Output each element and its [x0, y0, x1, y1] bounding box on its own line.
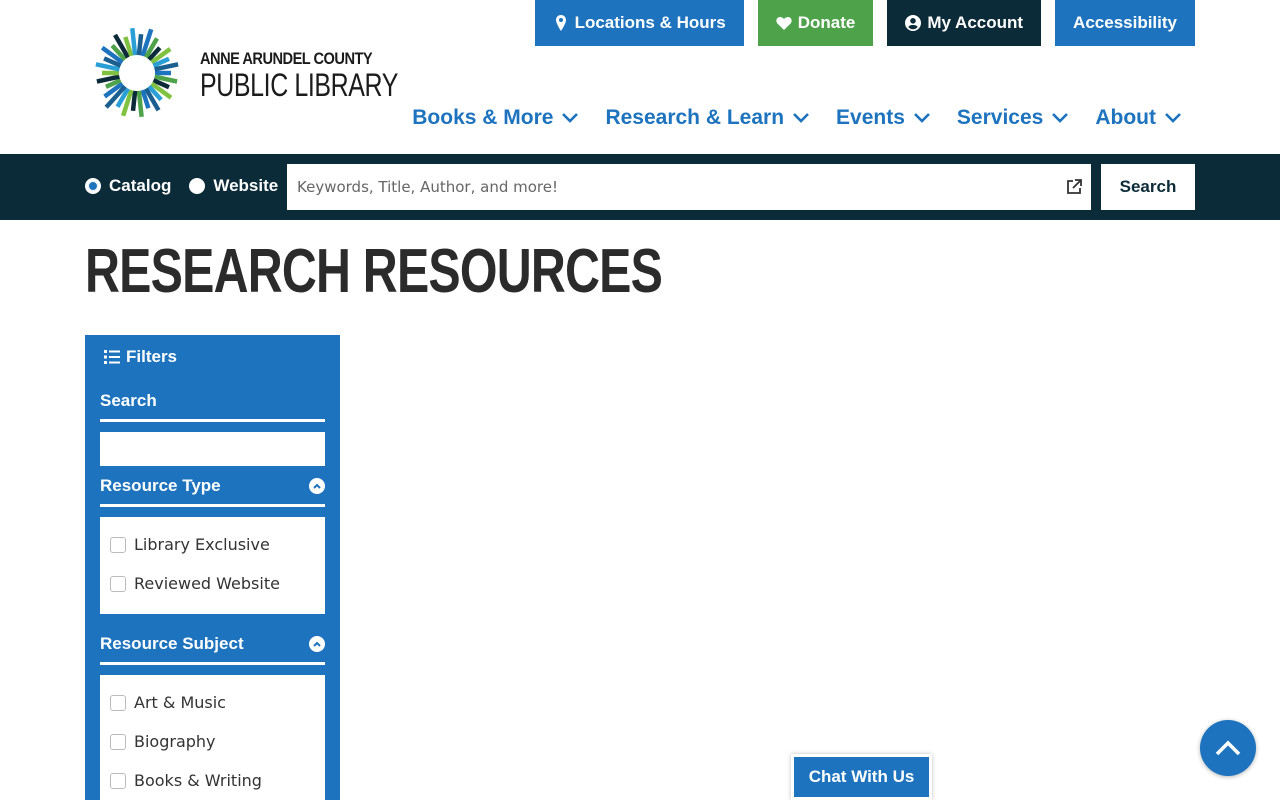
chevron-down-icon [1165, 113, 1181, 123]
logo-ray [136, 90, 144, 118]
nav-research-learn[interactable]: Research & Learn [605, 106, 810, 130]
logo-ray [136, 33, 144, 56]
resource-type-options: Library Exclusive Reviewed Website [100, 517, 325, 614]
list-icon [104, 350, 120, 364]
locations-hours-button[interactable]: Locations & Hours [534, 0, 744, 46]
checkbox[interactable] [110, 536, 126, 553]
nav-books-more-label: Books & More [412, 106, 554, 129]
logo-ray [130, 27, 138, 56]
resource-subject-option[interactable]: Art & Music [110, 683, 315, 722]
heart-icon [776, 17, 792, 30]
search-scope-group: Catalog Website [85, 176, 278, 196]
donate-label: Donate [797, 13, 856, 32]
website-radio[interactable] [189, 178, 206, 194]
filter-search-input[interactable] [100, 432, 325, 466]
back-to-top-button[interactable] [1200, 720, 1256, 776]
filters-heading: Filters [104, 347, 177, 367]
catalog-radio-option[interactable]: Catalog [85, 176, 171, 196]
logo-line-1: ANNE ARUNDEL COUNTY [200, 48, 373, 68]
checkbox[interactable] [110, 772, 126, 789]
catalog-radio-label: Catalog [109, 176, 172, 195]
option-label: Biography [134, 732, 216, 751]
chevron-up-icon [313, 641, 321, 647]
resource-type-header[interactable]: Resource Type [100, 476, 325, 507]
search-input[interactable] [287, 164, 1091, 210]
resource-subject-header[interactable]: Resource Subject [100, 634, 325, 665]
search-button[interactable]: Search [1101, 164, 1195, 210]
library-logo[interactable]: ANNE ARUNDEL COUNTY PUBLIC LIBRARY [84, 23, 398, 127]
external-link-icon [1067, 179, 1082, 194]
checkbox[interactable] [110, 733, 126, 750]
page-title: RESEARCH RESOURCES [85, 237, 663, 306]
filter-search-text: Search [100, 391, 157, 410]
filters-panel: Filters Search Resource Type Library Exc… [85, 335, 340, 800]
option-label: Reviewed Website [134, 574, 280, 593]
resource-type-label: Resource Type [100, 476, 221, 495]
resource-subject-option[interactable]: Books & Writing [110, 761, 315, 800]
filters-heading-label: Filters [126, 347, 178, 366]
catalog-radio[interactable] [85, 178, 101, 194]
resource-type-option[interactable]: Library Exclusive [110, 525, 315, 564]
chat-with-us-button[interactable]: Chat With Us [794, 757, 929, 797]
website-radio-label: Website [213, 176, 279, 195]
filter-search-label: Search [100, 391, 325, 422]
main-nav: Books & More Research & Learn Events Ser… [412, 106, 1182, 130]
option-label: Books & Writing [134, 771, 262, 790]
donate-button[interactable]: Donate [757, 0, 874, 46]
chevron-up-icon [313, 483, 321, 489]
user-circle-icon [905, 15, 922, 31]
resource-subject-options: Art & Music Biography Books & Writing [100, 675, 325, 800]
accessibility-button[interactable]: Accessibility [1055, 0, 1195, 46]
chevron-down-icon [914, 113, 930, 123]
logo-ray [130, 90, 138, 112]
my-account-button[interactable]: My Account [887, 0, 1042, 46]
chevron-up-icon [1215, 740, 1241, 756]
accessibility-label: Accessibility [1073, 13, 1177, 32]
website-radio-option[interactable]: Website [189, 176, 278, 196]
nav-books-more[interactable]: Books & More [412, 106, 579, 130]
site-header: ANNE ARUNDEL COUNTY PUBLIC LIBRARY Locat… [0, 0, 1280, 154]
nav-services-label: Services [956, 106, 1044, 129]
nav-about[interactable]: About [1095, 106, 1182, 130]
library-logo-icon [95, 27, 179, 118]
chevron-down-icon [562, 113, 579, 123]
resource-type-option[interactable]: Reviewed Website [110, 564, 315, 603]
chevron-down-icon [1052, 113, 1069, 123]
nav-events[interactable]: Events [836, 106, 931, 130]
chat-widget: Chat With Us [791, 754, 932, 800]
resource-subject-collapse-button[interactable] [309, 636, 325, 652]
locations-hours-label: Locations & Hours [574, 13, 726, 32]
resource-type-collapse-button[interactable] [309, 478, 325, 494]
my-account-label: My Account [927, 13, 1024, 32]
option-label: Art & Music [134, 693, 226, 712]
option-label: Library Exclusive [134, 535, 270, 554]
search-bar: Catalog Website Search [0, 154, 1280, 220]
utility-nav: Locations & Hours Donate My Account Acce… [534, 0, 1195, 46]
resource-subject-label: Resource Subject [100, 634, 244, 653]
logo-line-2: PUBLIC LIBRARY [200, 66, 398, 103]
nav-research-learn-label: Research & Learn [605, 106, 785, 129]
map-pin-icon [555, 15, 566, 31]
resource-subject-option[interactable]: Biography [110, 722, 315, 761]
nav-about-label: About [1095, 106, 1156, 129]
checkbox[interactable] [110, 575, 126, 592]
chevron-down-icon [793, 113, 809, 123]
nav-services[interactable]: Services [957, 106, 1069, 130]
checkbox[interactable] [110, 694, 126, 711]
nav-events-label: Events [836, 106, 905, 129]
